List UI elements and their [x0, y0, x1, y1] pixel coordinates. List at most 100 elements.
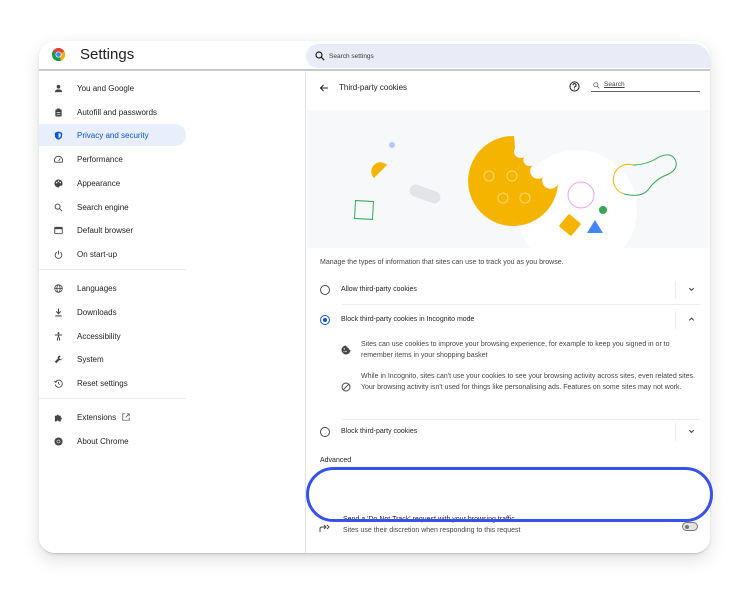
sidebar-item-default-browser[interactable]: Default browser — [39, 219, 186, 241]
chrome-icon — [54, 436, 63, 446]
sidebar-item-on-start-up[interactable]: On start-up — [39, 243, 186, 265]
sidebar-divider — [39, 269, 186, 270]
option-block-third-party-cookies[interactable]: Block third-party cookies — [307, 419, 710, 445]
do-not-track-subtitle: Sites use their discretion when respondi… — [343, 527, 521, 534]
option-allow-third-party-cookies[interactable]: Allow third-party cookies — [307, 277, 710, 303]
divider — [675, 311, 676, 329]
radio-button-selected[interactable] — [320, 315, 330, 325]
palette-icon — [54, 178, 63, 188]
sidebar-item-you-and-google[interactable]: You and Google — [39, 77, 186, 99]
power-icon — [54, 249, 63, 259]
option-label: Allow third-party cookies — [341, 286, 417, 293]
puzzle-icon — [54, 413, 63, 422]
sidebar-item-about-chrome[interactable]: About Chrome — [39, 430, 186, 452]
accessibility-icon — [54, 331, 63, 341]
sidebar-item-system[interactable]: System — [39, 348, 186, 370]
block-icon — [341, 382, 351, 392]
sidebar-item-label: Accessibility — [77, 331, 121, 341]
clipboard-icon — [54, 107, 63, 117]
sidebar-item-label: Privacy and security — [77, 130, 149, 140]
sidebar-item-label: You and Google — [77, 83, 135, 93]
sidebar-item-label: Appearance — [77, 178, 121, 188]
cookies-illustration — [307, 110, 710, 248]
help-icon[interactable] — [569, 81, 580, 92]
sidebar-item-search-engine[interactable]: Search engine — [39, 196, 186, 218]
do-not-track-title: Send a 'Do Not Track' request with your … — [343, 516, 515, 523]
person-icon — [54, 84, 63, 93]
header: Settings Search settings — [39, 41, 710, 71]
sidebar-item-label: On start-up — [77, 249, 118, 259]
chevron-down-icon[interactable] — [687, 285, 696, 294]
do-not-track-icon — [319, 524, 330, 532]
illustration-square — [354, 200, 374, 220]
browser-icon — [54, 226, 63, 235]
shield-icon — [54, 130, 63, 140]
do-not-track-row[interactable]: Send a 'Do Not Track' request with your … — [307, 513, 710, 553]
radio-button[interactable] — [320, 285, 330, 295]
sidebar-item-label: System — [77, 354, 104, 364]
download-icon — [54, 307, 63, 317]
sidebar-item-label: Performance — [77, 154, 123, 164]
page-search-input[interactable]: Search — [591, 81, 700, 92]
option-label: Block third-party cookies in Incognito m… — [341, 316, 475, 323]
page-description: Manage the types of information that sit… — [320, 259, 564, 266]
search-icon — [54, 203, 63, 212]
sidebar-divider — [39, 398, 186, 399]
sidebar-item-reset-settings[interactable]: Reset settings — [39, 372, 186, 394]
search-icon — [593, 82, 600, 89]
illustration-dot-blue — [389, 142, 395, 148]
search-settings-input[interactable]: Search settings — [306, 44, 710, 68]
back-arrow-icon[interactable] — [319, 83, 329, 93]
detail-text: Sites can use cookies to improve your br… — [361, 341, 670, 359]
search-placeholder: Search settings — [329, 52, 374, 60]
history-icon — [54, 379, 63, 388]
detail-text: While in Incognito, sites can't use your… — [361, 373, 695, 391]
sidebar-item-label: Autofill and passwords — [77, 107, 158, 117]
page-header: Third-party cookies Search — [307, 73, 710, 105]
illustration-svg — [354, 135, 677, 248]
sidebar-item-label: Reset settings — [77, 378, 128, 388]
sidebar-item-languages[interactable]: Languages — [39, 277, 186, 299]
app-title: Settings — [80, 46, 135, 63]
divider — [675, 281, 676, 299]
globe-icon — [54, 283, 63, 293]
search-icon — [315, 51, 325, 61]
sidebar-item-label: About Chrome — [77, 436, 129, 446]
sidebar-item-label: Default browser — [77, 225, 134, 235]
option-block-incognito[interactable]: Block third-party cookies in Incognito m… — [307, 307, 710, 333]
chrome-logo-icon — [52, 48, 65, 61]
illustration-green-dot — [599, 206, 607, 214]
illustration-pill — [409, 184, 441, 204]
cookie-icon — [341, 345, 351, 355]
sidebar-item-label: Search engine — [77, 202, 129, 212]
sidebar-item-accessibility[interactable]: Accessibility — [39, 325, 186, 347]
wrench-icon — [54, 354, 63, 364]
option-divider — [342, 304, 700, 305]
divider — [675, 423, 676, 441]
speedometer-icon — [54, 155, 63, 164]
chevron-up-icon[interactable] — [687, 315, 696, 324]
sidebar-item-downloads[interactable]: Downloads — [39, 301, 186, 323]
do-not-track-toggle[interactable] — [682, 522, 698, 531]
sidebar: You and Google Autofill and passwords Pr… — [39, 73, 306, 553]
settings-window: Settings Search settings You and Google … — [39, 41, 710, 554]
radio-button[interactable] — [320, 427, 330, 437]
sidebar-item-autofill[interactable]: Autofill and passwords — [39, 101, 186, 123]
detail-incognito-info: While in Incognito, sites can't use your… — [341, 371, 701, 405]
sidebar-item-appearance[interactable]: Appearance — [39, 172, 186, 194]
option-label: Block third-party cookies — [341, 428, 418, 435]
illustration-half-moon — [371, 162, 387, 178]
sidebar-item-label: Downloads — [77, 307, 117, 317]
extensions-label: Extensions — [77, 412, 117, 422]
chevron-down-icon[interactable] — [687, 427, 696, 436]
detail-cookies-improve: Sites can use cookies to improve your br… — [341, 339, 701, 363]
advanced-heading: Advanced — [320, 457, 352, 464]
sidebar-item-performance[interactable]: Performance — [39, 148, 186, 170]
sidebar-item-label: Languages — [77, 283, 117, 293]
sidebar-item-extensions[interactable]: Extensions — [39, 406, 186, 428]
sidebar-item-privacy-and-security[interactable]: Privacy and security — [39, 124, 186, 146]
open-in-new-icon — [122, 413, 130, 421]
sidebar-item-label: Extensions — [77, 413, 130, 422]
main-content: Third-party cookies Search Manage the ty… — [307, 73, 710, 553]
page-search-placeholder: Search — [604, 81, 625, 88]
